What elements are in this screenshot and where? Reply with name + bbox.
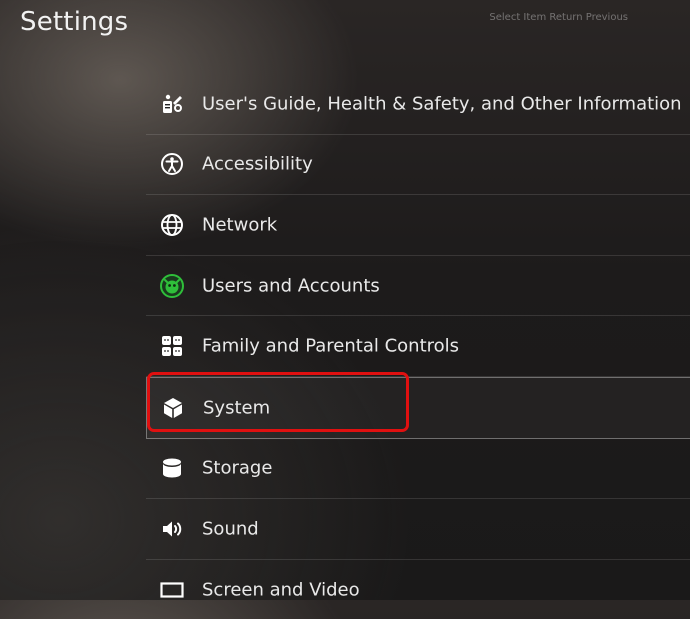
menu-item-users-guide[interactable]: User's Guide, Health & Safety, and Other… — [146, 74, 690, 135]
menu-item-users-accounts[interactable]: Users and Accounts — [146, 256, 690, 317]
menu-item-label: Screen and Video — [202, 579, 360, 601]
menu-item-network[interactable]: Network — [146, 195, 690, 256]
page-title: Settings — [20, 7, 129, 37]
settings-menu: User's Guide, Health & Safety, and Other… — [146, 74, 690, 619]
menu-item-label: Storage — [202, 457, 273, 479]
cube-icon — [160, 395, 186, 421]
menu-item-family-parental[interactable]: Family and Parental Controls — [146, 316, 690, 377]
menu-item-label: User's Guide, Health & Safety, and Other… — [202, 93, 682, 115]
storage-icon — [159, 455, 185, 481]
screen-icon — [159, 577, 185, 603]
user-account-icon — [159, 273, 185, 299]
menu-item-screen-video[interactable]: Screen and Video — [146, 560, 690, 619]
menu-item-accessibility[interactable]: Accessibility — [146, 135, 690, 196]
menu-item-label: System — [203, 397, 271, 419]
menu-item-label: Accessibility — [202, 153, 313, 175]
accessibility-icon — [159, 151, 185, 177]
controller-hint: Select Item Return Previous — [489, 12, 628, 23]
menu-item-label: Family and Parental Controls — [202, 335, 460, 357]
speaker-icon — [159, 516, 185, 542]
menu-item-label: Users and Accounts — [202, 275, 380, 297]
menu-item-sound[interactable]: Sound — [146, 499, 690, 560]
menu-item-label: Sound — [202, 518, 259, 540]
guide-icon — [159, 91, 185, 117]
globe-icon — [159, 212, 185, 238]
menu-item-system[interactable]: System — [146, 376, 690, 439]
menu-item-label: Network — [202, 214, 278, 236]
menu-item-storage[interactable]: Storage — [146, 439, 690, 500]
family-icon — [159, 333, 185, 359]
